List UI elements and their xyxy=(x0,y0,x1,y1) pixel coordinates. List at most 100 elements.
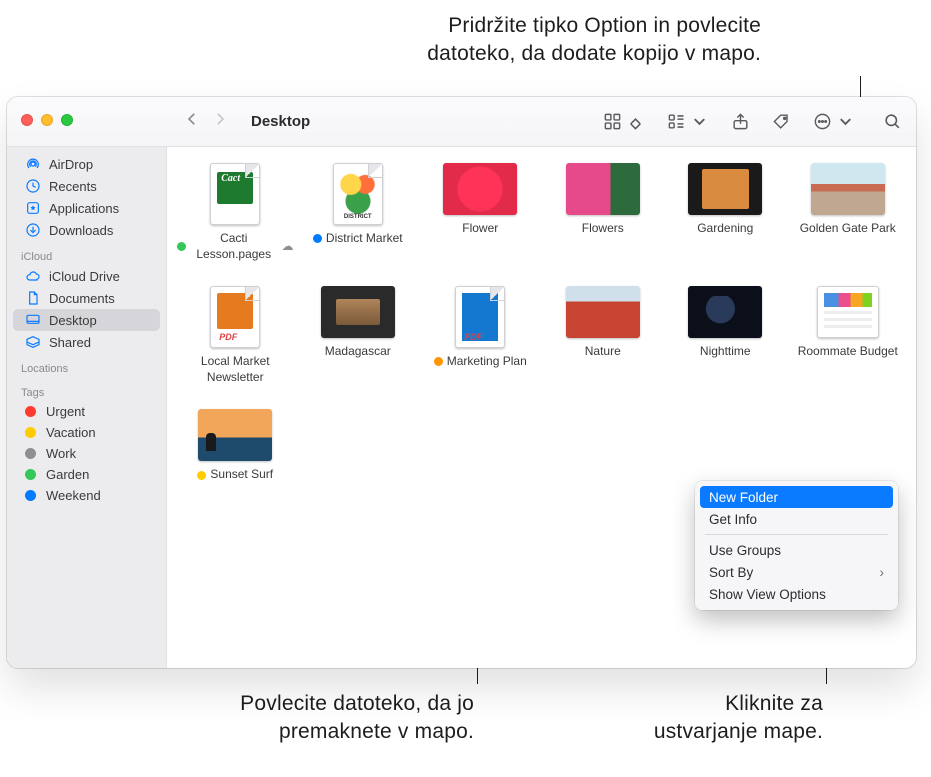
file-thumbnail xyxy=(333,163,383,225)
file-thumbnail xyxy=(321,286,395,338)
file-label: Nighttime xyxy=(700,344,751,360)
sidebar-label: Shared xyxy=(49,335,91,350)
sidebar-tag-garden[interactable]: Garden xyxy=(13,464,160,485)
menu-label: Show View Options xyxy=(709,587,826,602)
sidebar-item-shared[interactable]: Shared xyxy=(13,331,160,353)
menu-label: Use Groups xyxy=(709,543,781,558)
chevron-right-icon: › xyxy=(880,565,885,580)
file-label: Nature xyxy=(585,344,621,360)
sidebar-item-recents[interactable]: Recents xyxy=(13,175,160,197)
view-switcher[interactable] xyxy=(603,112,645,131)
content-area[interactable]: Cacti Lesson.pages ☁︎ District Market Flow… xyxy=(167,147,916,668)
tag-dot-icon xyxy=(197,471,206,480)
menu-item-new-folder[interactable]: New Folder xyxy=(700,486,893,508)
tag-label: Weekend xyxy=(46,488,101,503)
sidebar-tag-work[interactable]: Work xyxy=(13,443,160,464)
file-item[interactable]: Roommate Budget xyxy=(790,286,907,385)
sidebar-item-desktop[interactable]: Desktop xyxy=(13,309,160,331)
menu-item-show-view-options[interactable]: Show View Options xyxy=(695,583,898,605)
sidebar-item-documents[interactable]: Documents xyxy=(13,287,160,309)
file-thumbnail xyxy=(566,163,640,215)
file-thumbnail xyxy=(210,163,260,225)
file-item[interactable]: Flowers xyxy=(545,163,662,262)
sidebar-label: Documents xyxy=(49,291,115,306)
file-label: Flowers xyxy=(582,221,624,237)
tag-dot-icon xyxy=(25,448,36,459)
minimize-button[interactable] xyxy=(41,114,53,126)
file-label: Roommate Budget xyxy=(798,344,898,360)
file-item[interactable]: Flower xyxy=(422,163,539,262)
menu-separator xyxy=(705,534,888,535)
tag-label: Work xyxy=(46,446,76,461)
menu-item-use-groups[interactable]: Use Groups xyxy=(695,539,898,561)
file-label: Flower xyxy=(462,221,498,237)
toolbar xyxy=(603,112,902,131)
sidebar-item-applications[interactable]: Applications xyxy=(13,197,160,219)
file-thumbnail xyxy=(688,163,762,215)
section-header-icloud: iCloud xyxy=(7,241,166,265)
file-thumbnail xyxy=(566,286,640,338)
file-item[interactable]: Madagascar xyxy=(300,286,417,385)
forward-button[interactable] xyxy=(211,110,229,133)
tag-label: Vacation xyxy=(46,425,96,440)
file-thumbnail xyxy=(443,163,517,215)
file-label: Marketing Plan xyxy=(434,354,527,370)
file-thumbnail xyxy=(811,163,885,215)
file-item[interactable]: Marketing Plan xyxy=(422,286,539,385)
back-button[interactable] xyxy=(183,110,201,133)
menu-item-sort-by[interactable]: Sort By › xyxy=(695,561,898,583)
file-item[interactable]: Cacti Lesson.pages ☁︎ xyxy=(177,163,294,262)
sidebar-item-downloads[interactable]: Downloads xyxy=(13,219,160,241)
finder-window: Desktop A xyxy=(7,97,916,668)
tag-dot-icon xyxy=(25,490,36,501)
tag-dot-icon xyxy=(434,357,443,366)
file-label: District Market xyxy=(313,231,403,247)
file-item[interactable]: Sunset Surf xyxy=(177,409,294,483)
file-thumbnail xyxy=(688,286,762,338)
group-by-button[interactable] xyxy=(667,112,709,131)
file-thumbnail xyxy=(210,286,260,348)
tag-dot-icon xyxy=(177,242,186,251)
sidebar-label: Downloads xyxy=(49,223,113,238)
sidebar-item-icloud-drive[interactable]: iCloud Drive xyxy=(13,265,160,287)
zoom-button[interactable] xyxy=(61,114,73,126)
file-item[interactable]: Nature xyxy=(545,286,662,385)
titlebar: Desktop xyxy=(7,97,916,147)
more-button[interactable] xyxy=(813,112,855,131)
close-button[interactable] xyxy=(21,114,33,126)
menu-label: New Folder xyxy=(709,490,778,505)
sidebar-tag-vacation[interactable]: Vacation xyxy=(13,422,160,443)
tag-dot-icon xyxy=(25,406,36,417)
file-item[interactable]: Local Market Newsletter xyxy=(177,286,294,385)
sidebar-item-airdrop[interactable]: AirDrop xyxy=(13,153,160,175)
sidebar-label: iCloud Drive xyxy=(49,269,120,284)
menu-label: Sort By xyxy=(709,565,753,580)
file-label: Gardening xyxy=(697,221,753,237)
file-item[interactable]: Golden Gate Park xyxy=(790,163,907,262)
sidebar-label: Applications xyxy=(49,201,119,216)
icon-grid: Cacti Lesson.pages ☁︎ District Market Flow… xyxy=(177,163,906,483)
menu-item-get-info[interactable]: Get Info xyxy=(695,508,898,530)
tag-dot-icon xyxy=(313,234,322,243)
share-button[interactable] xyxy=(731,112,750,131)
section-header-locations: Locations xyxy=(7,353,166,377)
sidebar-label: Recents xyxy=(49,179,97,194)
file-label: Sunset Surf xyxy=(197,467,273,483)
callout-bottom-right: Kliknite za ustvarjanje mape. xyxy=(563,690,823,747)
file-item[interactable]: Gardening xyxy=(667,163,784,262)
sidebar-label: AirDrop xyxy=(49,157,93,172)
file-label: Golden Gate Park xyxy=(800,221,896,237)
sidebar-tag-urgent[interactable]: Urgent xyxy=(13,401,160,422)
tag-dot-icon xyxy=(25,427,36,438)
file-item[interactable]: Nighttime xyxy=(667,286,784,385)
cloud-icon: ☁︎ xyxy=(282,239,294,255)
file-label: Cacti Lesson.pages ☁︎ xyxy=(177,231,294,262)
sidebar-tag-weekend[interactable]: Weekend xyxy=(13,485,160,506)
tag-dot-icon xyxy=(25,469,36,480)
search-button[interactable] xyxy=(883,112,902,131)
tag-label: Urgent xyxy=(46,404,85,419)
file-item[interactable]: District Market xyxy=(300,163,417,262)
tags-button[interactable] xyxy=(772,112,791,131)
context-menu: New Folder Get Info Use Groups Sort By › Show… xyxy=(695,481,898,610)
nav-controls: Desktop xyxy=(183,110,310,133)
